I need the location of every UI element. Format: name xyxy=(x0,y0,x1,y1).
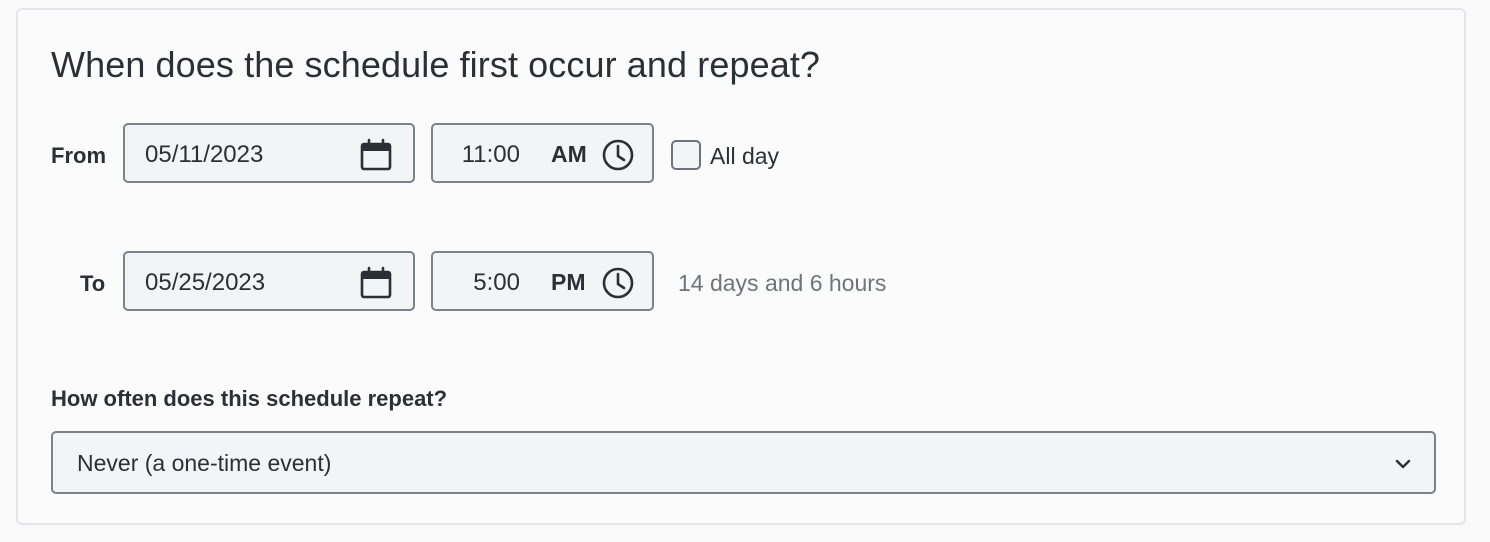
schedule-card: When does the schedule first occur and r… xyxy=(16,8,1466,525)
to-time-value: 5:00 xyxy=(473,269,520,296)
all-day-checkbox[interactable] xyxy=(671,140,701,170)
from-date-field[interactable]: 05/11/2023 xyxy=(123,123,415,183)
to-meridiem[interactable]: PM xyxy=(551,269,586,296)
chevron-down-icon xyxy=(1395,459,1411,469)
repeat-label: How often does this schedule repeat? xyxy=(51,386,448,411)
all-day-label[interactable]: All day xyxy=(710,143,779,170)
to-time-field[interactable]: 5:00 PM xyxy=(431,251,654,311)
from-meridiem[interactable]: AM xyxy=(551,141,587,168)
to-label: To xyxy=(80,271,106,296)
from-label: From xyxy=(51,143,106,168)
duration-text: 14 days and 6 hours xyxy=(678,270,887,296)
repeat-select[interactable]: Never (a one-time event) xyxy=(51,431,1436,494)
calendar-icon[interactable] xyxy=(359,138,393,172)
to-date-field[interactable]: 05/25/2023 xyxy=(123,251,415,311)
calendar-icon[interactable] xyxy=(359,266,393,300)
from-time-field[interactable]: 11:00 AM xyxy=(431,123,654,183)
clock-icon[interactable] xyxy=(601,266,635,300)
from-time-value: 11:00 xyxy=(461,141,520,168)
to-date-value: 05/25/2023 xyxy=(145,269,266,296)
from-date-value: 05/11/2023 xyxy=(145,141,264,168)
page-title: When does the schedule first occur and r… xyxy=(51,44,821,85)
clock-icon[interactable] xyxy=(601,138,635,172)
repeat-selected-value: Never (a one-time event) xyxy=(77,450,332,476)
